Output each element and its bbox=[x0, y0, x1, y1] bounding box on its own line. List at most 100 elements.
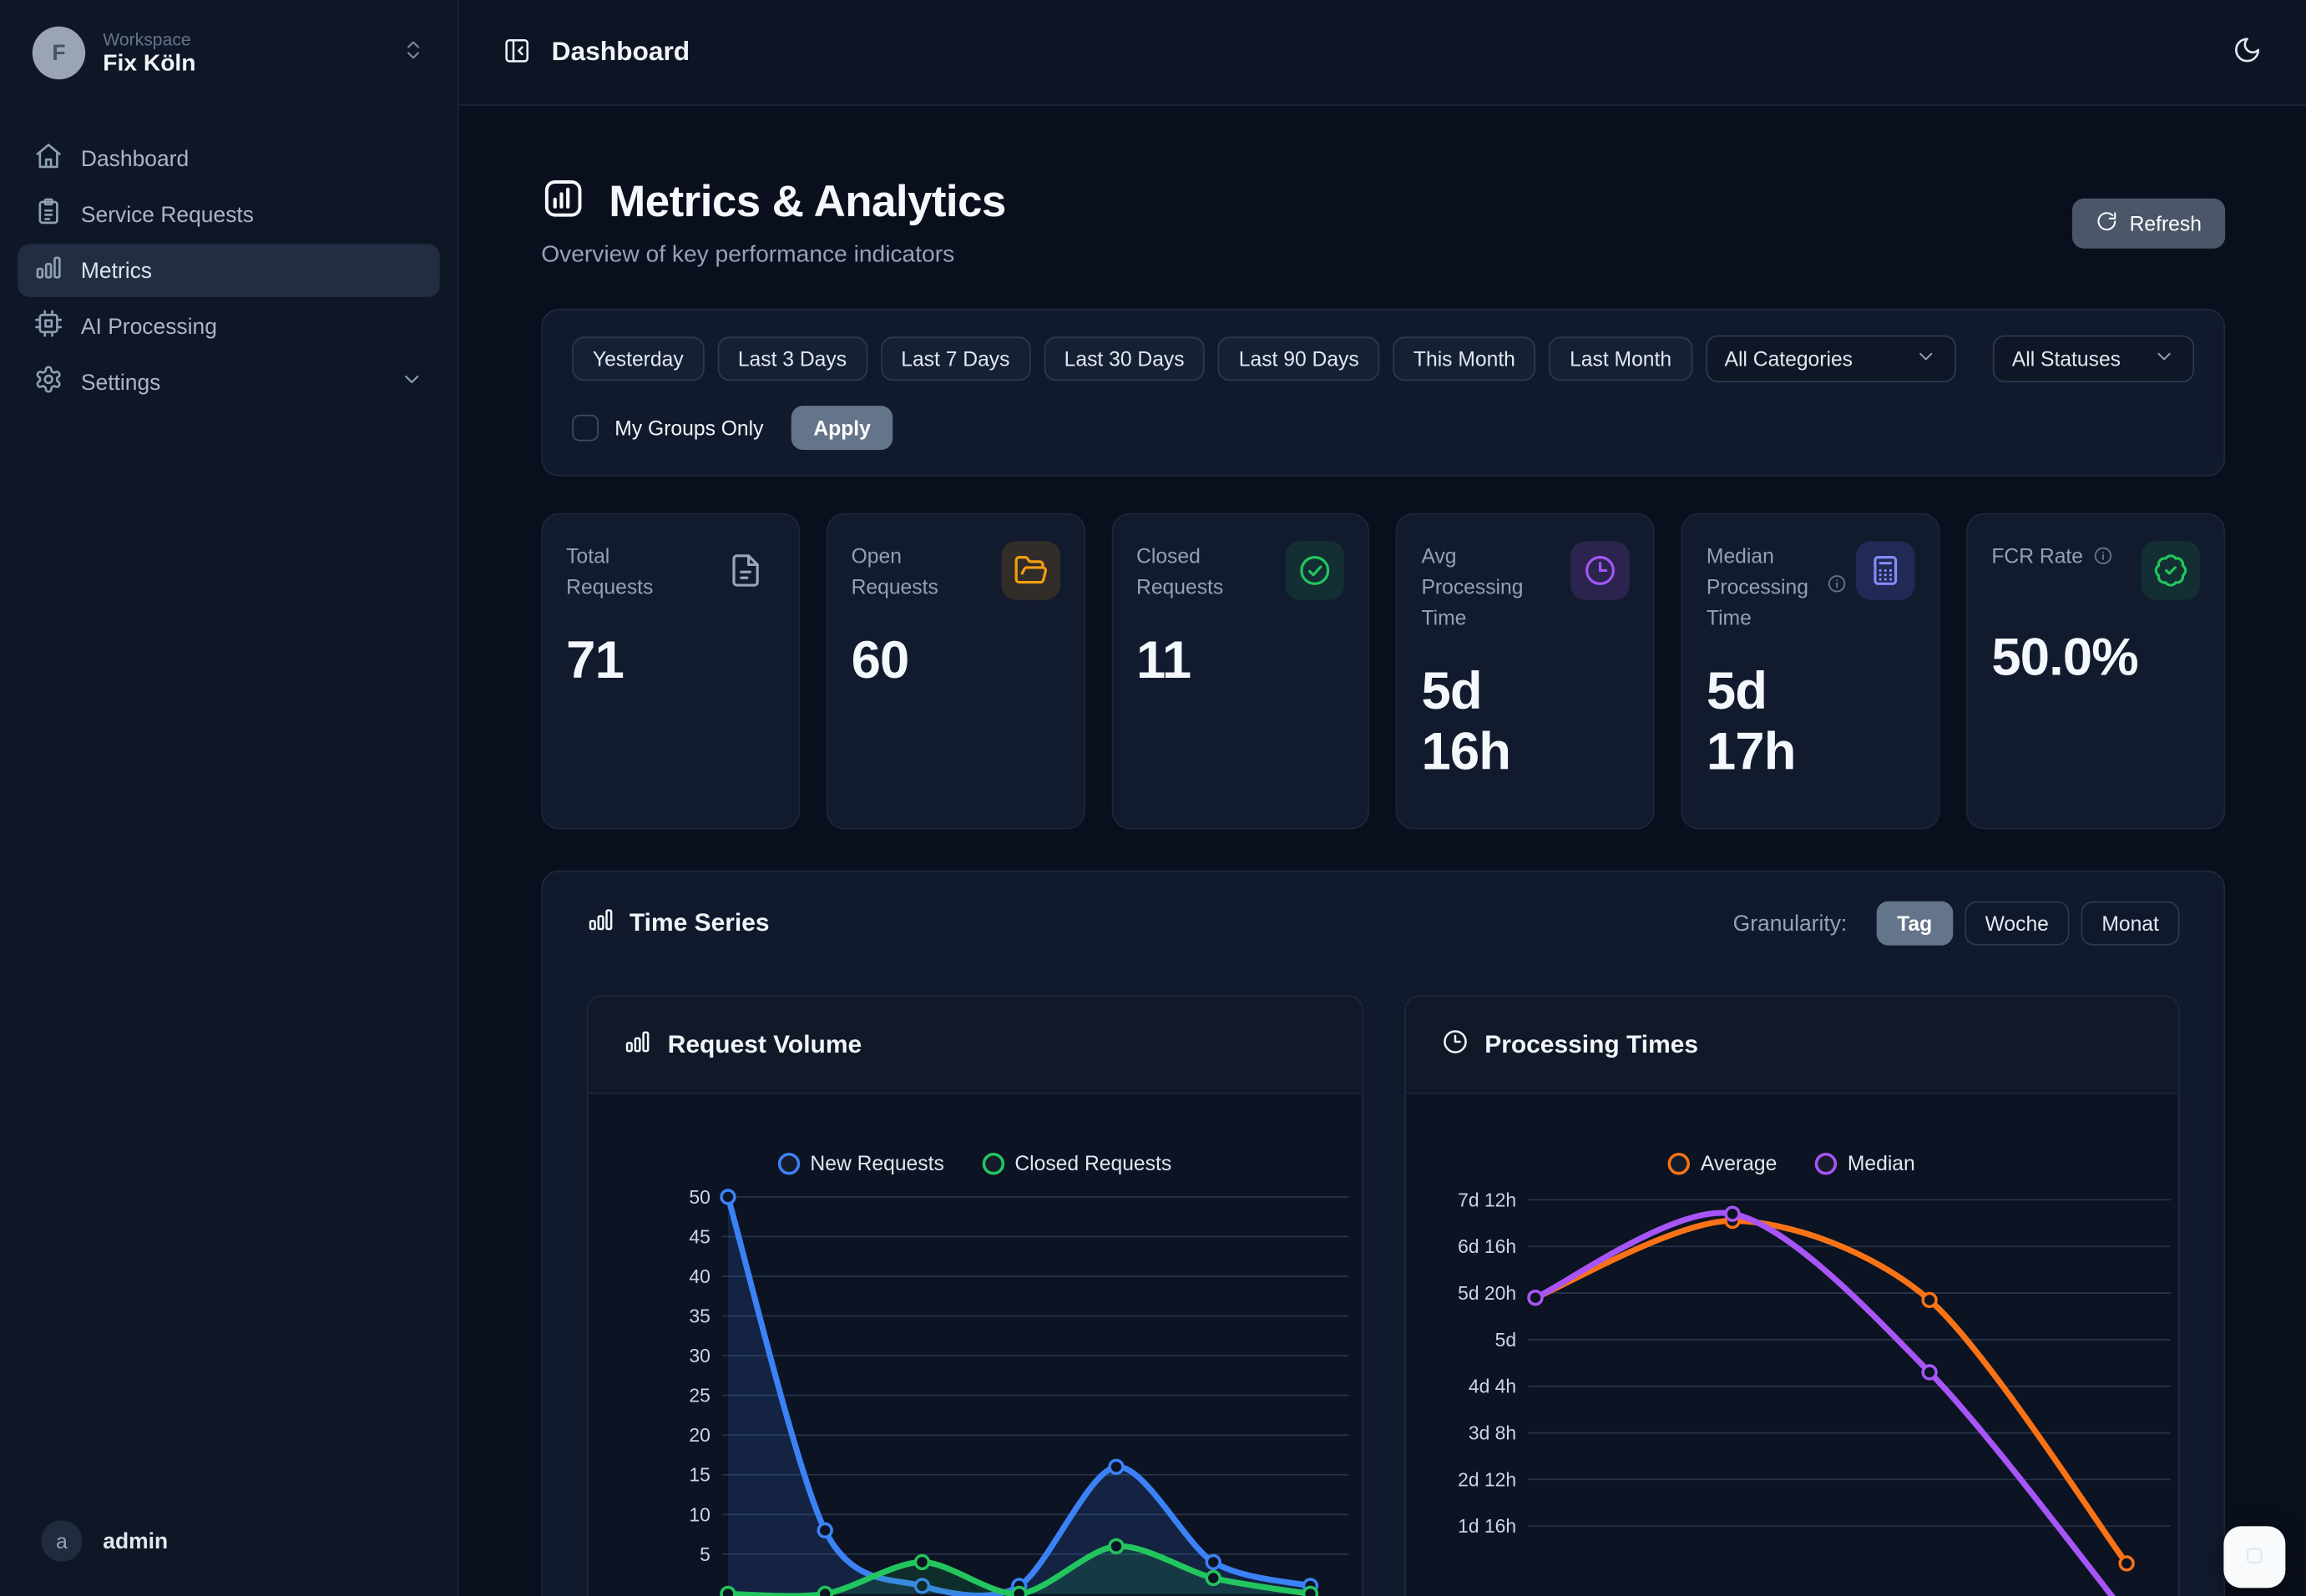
sidebar-item-ai-processing[interactable]: AI Processing bbox=[18, 300, 440, 352]
page-head: Metrics & Analytics Overview of key perf… bbox=[541, 176, 2225, 269]
page-subtitle: Overview of key performance indicators bbox=[541, 243, 2072, 270]
chart-title: Processing Times bbox=[1484, 1030, 1698, 1059]
user-menu[interactable]: a admin bbox=[0, 1506, 458, 1577]
stat-value: 5d 16h bbox=[1421, 660, 1533, 782]
svg-text:25: 25 bbox=[689, 1385, 710, 1407]
sidebar-item-label: Service Requests bbox=[81, 202, 254, 227]
bar-chart-icon bbox=[34, 253, 63, 288]
chevrons-up-down-icon bbox=[402, 38, 425, 68]
stat-label: Open Requests bbox=[852, 541, 958, 603]
chart-legend: New Requests Closed Requests bbox=[589, 1144, 1362, 1182]
user-name: admin bbox=[103, 1528, 168, 1553]
refresh-icon bbox=[2096, 210, 2117, 236]
processing-times-plot: 7d 12h6d 16h5d 20h5d4d 4h3d 8h2d 12h1d 1… bbox=[1405, 1182, 2179, 1596]
svg-text:40: 40 bbox=[689, 1265, 710, 1287]
range-last-7-days-button[interactable]: Last 7 Days bbox=[881, 336, 1031, 381]
range-last-3-days-button[interactable]: Last 3 Days bbox=[717, 336, 867, 381]
stat-value: 50.0% bbox=[1991, 626, 2200, 687]
sidebar-item-label: AI Processing bbox=[81, 314, 217, 339]
request-volume-plot: 5045403530252015105 bbox=[589, 1182, 1363, 1596]
stat-label: Median Processing Time bbox=[1707, 541, 1818, 634]
stat-card-open-requests: Open Requests 60 bbox=[827, 513, 1085, 830]
my-groups-only-label: My Groups Only bbox=[614, 417, 763, 440]
svg-text:6d 16h: 6d 16h bbox=[1457, 1235, 1515, 1257]
apply-button[interactable]: Apply bbox=[791, 406, 893, 450]
sidebar-item-dashboard[interactable]: Dashboard bbox=[18, 133, 440, 185]
collapse-sidebar-button[interactable] bbox=[503, 36, 530, 68]
svg-text:5d 20h: 5d 20h bbox=[1457, 1282, 1515, 1304]
widget-launcher-button[interactable] bbox=[2223, 1526, 2285, 1588]
svg-text:7d 12h: 7d 12h bbox=[1457, 1189, 1515, 1210]
my-groups-only-checkbox[interactable] bbox=[572, 415, 599, 442]
stat-card-median-processing-time: Median Processing Time 5d 17h bbox=[1681, 513, 1940, 830]
legend-new-requests[interactable]: New Requests bbox=[778, 1151, 944, 1174]
refresh-button[interactable]: Refresh bbox=[2072, 198, 2225, 248]
range-last-90-days-button[interactable]: Last 90 Days bbox=[1218, 336, 1379, 381]
metrics-analytics-icon bbox=[541, 176, 585, 228]
legend-average[interactable]: Average bbox=[1668, 1151, 1777, 1174]
svg-text:30: 30 bbox=[689, 1345, 710, 1366]
status-select[interactable]: All Statuses bbox=[1993, 336, 2194, 382]
calculator-icon bbox=[1856, 541, 1914, 599]
sidebar: F Workspace Fix Köln Dashboard Service R… bbox=[0, 0, 459, 1596]
svg-text:10: 10 bbox=[689, 1503, 710, 1525]
info-icon[interactable] bbox=[2093, 547, 2114, 570]
svg-text:50: 50 bbox=[689, 1186, 710, 1208]
legend-median[interactable]: Median bbox=[1815, 1151, 1915, 1174]
granularity-woche-button[interactable]: Woche bbox=[1965, 902, 2070, 946]
workspace-avatar: F bbox=[33, 27, 85, 79]
sidebar-item-metrics[interactable]: Metrics bbox=[18, 244, 440, 296]
chevron-down-icon bbox=[400, 367, 423, 396]
range-last-30-days-button[interactable]: Last 30 Days bbox=[1044, 336, 1205, 381]
svg-text:5: 5 bbox=[700, 1543, 711, 1565]
granularity-tag-button[interactable]: Tag bbox=[1876, 902, 1952, 946]
sidebar-nav: Dashboard Service Requests Metrics AI Pr… bbox=[0, 133, 458, 409]
filter-panel: Yesterday Last 3 Days Last 7 Days Last 3… bbox=[541, 309, 2225, 477]
info-icon[interactable] bbox=[1827, 573, 1848, 601]
user-avatar: a bbox=[41, 1520, 82, 1561]
clock-icon bbox=[1571, 541, 1630, 599]
granularity-monat-button[interactable]: Monat bbox=[2081, 902, 2180, 946]
badge-check-icon bbox=[2142, 541, 2200, 599]
gear-icon bbox=[34, 365, 63, 400]
sidebar-item-label: Metrics bbox=[81, 258, 152, 283]
stat-label: FCR Rate bbox=[1991, 541, 2114, 575]
range-yesterday-button[interactable]: Yesterday bbox=[572, 336, 704, 381]
range-last-month-button[interactable]: Last Month bbox=[1549, 336, 1692, 381]
stat-value: 11 bbox=[1136, 629, 1345, 690]
workspace-label: Workspace bbox=[103, 28, 383, 49]
series-swatch bbox=[1668, 1152, 1690, 1174]
stat-card-avg-processing-time: Avg Processing Time 5d 16h bbox=[1397, 513, 1656, 830]
time-series-title: Time Series bbox=[630, 909, 770, 938]
stat-label: Closed Requests bbox=[1136, 541, 1242, 603]
stat-card-fcr-rate: FCR Rate 50.0% bbox=[1966, 513, 2225, 830]
series-swatch bbox=[983, 1152, 1004, 1174]
range-this-month-button[interactable]: This Month bbox=[1393, 336, 1535, 381]
category-select[interactable]: All Categories bbox=[1706, 336, 1956, 382]
bar-chart-icon bbox=[624, 1027, 651, 1062]
chevron-down-icon bbox=[2153, 346, 2175, 372]
series-swatch bbox=[778, 1152, 800, 1174]
stat-label: Total Requests bbox=[566, 541, 672, 603]
stat-value: 5d 17h bbox=[1707, 660, 1818, 782]
svg-text:1d 16h: 1d 16h bbox=[1457, 1515, 1515, 1537]
chevron-down-icon bbox=[1915, 346, 1937, 372]
sidebar-item-service-requests[interactable]: Service Requests bbox=[18, 188, 440, 240]
theme-toggle-button[interactable] bbox=[2233, 35, 2262, 69]
sidebar-item-label: Dashboard bbox=[81, 146, 189, 171]
svg-text:2d 12h: 2d 12h bbox=[1457, 1468, 1515, 1490]
stat-cards: Total Requests 71 Open Requests bbox=[541, 513, 2225, 830]
stat-card-closed-requests: Closed Requests 11 bbox=[1111, 513, 1370, 830]
legend-closed-requests[interactable]: Closed Requests bbox=[983, 1151, 1172, 1174]
cpu-icon bbox=[34, 309, 63, 344]
svg-text:15: 15 bbox=[689, 1464, 710, 1486]
chart-legend: Average Median bbox=[1405, 1144, 2178, 1182]
stat-card-total-requests: Total Requests 71 bbox=[541, 513, 800, 830]
granularity-label: Granularity: bbox=[1733, 911, 1848, 936]
app-screen: F Workspace Fix Köln Dashboard Service R… bbox=[0, 0, 2306, 1596]
workspace-switcher[interactable]: F Workspace Fix Köln bbox=[23, 15, 433, 92]
sidebar-item-settings[interactable]: Settings bbox=[18, 356, 440, 408]
clock-icon bbox=[1440, 1027, 1468, 1062]
series-swatch bbox=[1815, 1152, 1837, 1174]
topbar: Dashboard bbox=[459, 0, 2306, 106]
